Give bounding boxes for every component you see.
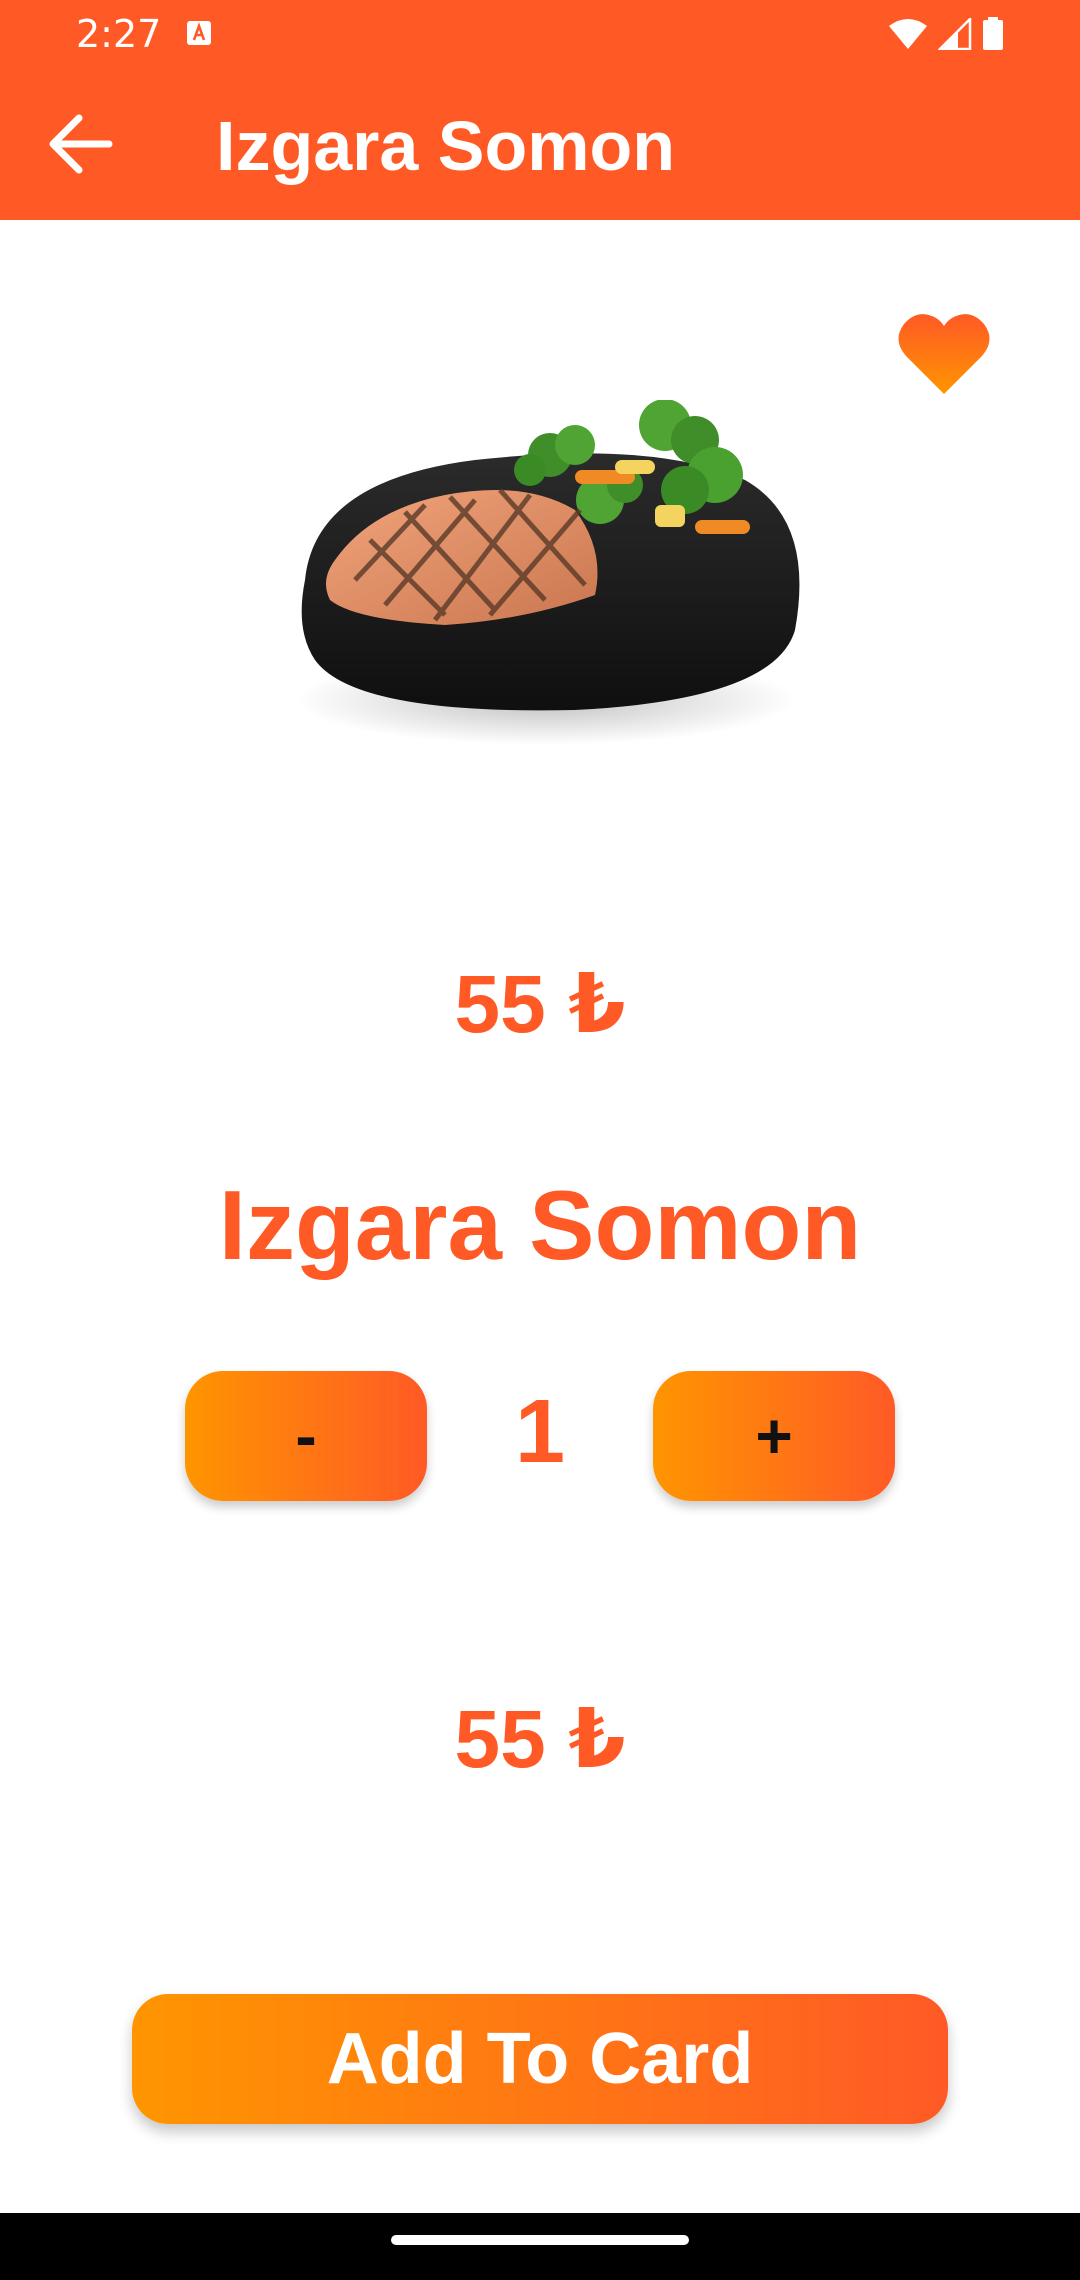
battery-icon <box>982 17 1004 51</box>
arrow-left-icon <box>47 114 113 179</box>
unit-price: 55 ₺ <box>454 959 626 1050</box>
favorite-button[interactable] <box>898 310 990 396</box>
status-time: 2:27 <box>76 12 162 56</box>
heart-icon <box>898 314 990 400</box>
grilled-salmon-plate-image <box>275 399 815 760</box>
status-icons <box>888 16 1004 52</box>
home-indicator[interactable] <box>391 2235 689 2245</box>
increase-quantity-button[interactable]: + <box>653 1371 895 1501</box>
quantity-value: 1 <box>514 1382 566 1482</box>
app-bar: Izgara Somon <box>0 68 1080 220</box>
product-name: Izgara Somon <box>218 1170 862 1280</box>
back-button[interactable] <box>38 104 122 188</box>
status-bar: 2:27 <box>0 0 1080 68</box>
system-nav-bar <box>0 2213 1080 2280</box>
wifi-icon <box>888 18 928 50</box>
plus-label: + <box>755 1400 793 1472</box>
add-to-card-label: Add To Card <box>326 2019 754 2099</box>
page-title: Izgara Somon <box>216 107 675 185</box>
minus-label: - <box>295 1400 317 1472</box>
decrease-quantity-button[interactable]: - <box>185 1371 427 1501</box>
a-notification-icon <box>186 20 212 46</box>
signal-icon <box>938 18 972 50</box>
total-price: 55 ₺ <box>454 1694 626 1785</box>
add-to-card-button[interactable]: Add To Card <box>132 1994 948 2124</box>
